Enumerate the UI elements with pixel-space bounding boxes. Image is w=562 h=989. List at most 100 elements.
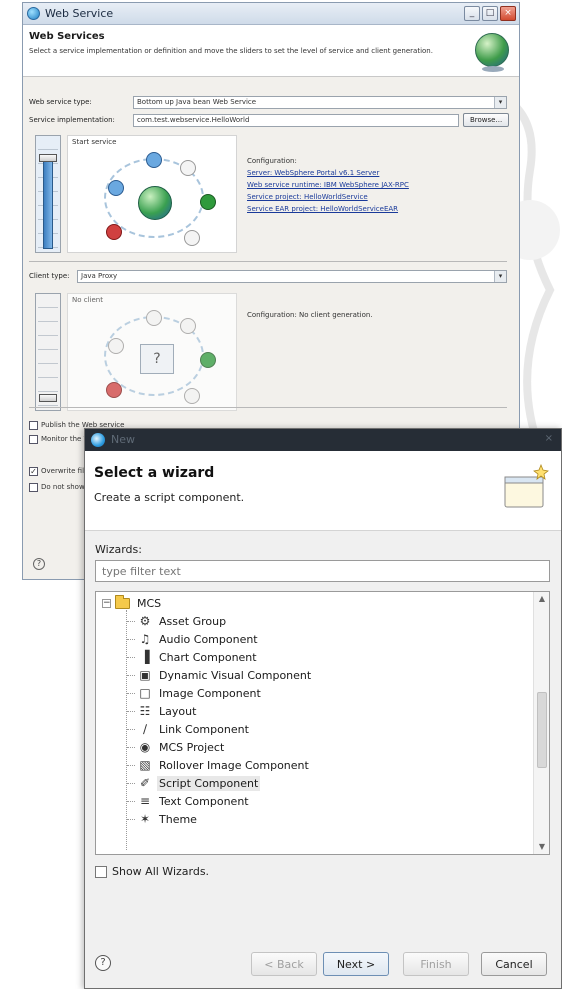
wizard-filter-input[interactable] [95, 560, 550, 582]
tree-folder-mcs[interactable]: − MCS [102, 594, 163, 612]
banner-description: Create a script component. [94, 491, 245, 504]
scroll-up-icon[interactable]: ▲ [534, 592, 549, 606]
web-service-titlebar: Web Service _ □ × [23, 3, 519, 25]
service-project-link[interactable]: Service project: HelloWorldService [247, 191, 409, 203]
scroll-down-icon[interactable]: ▼ [534, 840, 549, 854]
close-button[interactable]: × [500, 6, 516, 21]
tree-item-label: MCS Project [159, 740, 225, 754]
tree-item[interactable]: □ Image Component [138, 684, 263, 702]
cancel-button[interactable]: Cancel [481, 952, 547, 976]
client-slider-handle[interactable] [39, 394, 57, 402]
tree-item-label: Dynamic Visual Component [159, 668, 312, 682]
tree-item[interactable]: ✶ Theme [138, 810, 199, 828]
service-impl-input[interactable]: com.test.webservice.HelloWorld [133, 113, 459, 127]
theme-icon: ✶ [139, 812, 151, 826]
tree-item[interactable]: ⚙ Asset Group [138, 612, 228, 630]
develop-node-icon [146, 152, 162, 168]
tree-item-label: Audio Component [159, 632, 258, 646]
web-services-description: Select a service implementation or defin… [29, 47, 433, 55]
server-link[interactable]: Server: WebSphere Portal v6.1 Server [247, 167, 409, 179]
show-all-wizards-row[interactable]: Show All Wizards. [95, 865, 209, 878]
new-wizard-titlebar: New × [85, 429, 561, 451]
web-service-title: Web Service [45, 7, 114, 20]
client-type-value: Java Proxy [81, 271, 118, 280]
publish-checkbox[interactable] [29, 420, 38, 430]
service-type-value: Bottom up Java bean Web Service [137, 97, 257, 106]
dropdown-arrow-icon[interactable]: ▾ [494, 270, 506, 282]
client-level-slider[interactable] [35, 293, 61, 411]
maximize-button[interactable]: □ [482, 6, 498, 21]
help-icon[interactable]: ? [95, 955, 111, 971]
help-icon[interactable]: ? [33, 558, 45, 570]
wizard-footer: ? < Back Next > Finish Cancel [85, 949, 561, 989]
service-type-select[interactable]: Bottom up Java bean Web Service ▾ [133, 95, 507, 109]
browse-button[interactable]: Browse... [463, 113, 510, 127]
close-icon[interactable]: × [545, 433, 553, 444]
monitor-checkbox[interactable] [29, 434, 38, 444]
next-button[interactable]: Next > [323, 952, 389, 976]
runtime-link[interactable]: Web service runtime: IBM WebSphere JAX-R… [247, 179, 409, 191]
client-slider-label: No client [72, 296, 103, 304]
show-all-wizards-checkbox[interactable] [95, 865, 107, 878]
minimize-button[interactable]: _ [464, 6, 480, 21]
new-wizard-app-icon [91, 433, 105, 447]
tree-item[interactable]: ∕ Link Component [138, 720, 251, 738]
install-node-icon [184, 230, 200, 246]
link-icon: ∕ [142, 722, 148, 736]
do-not-show-label: Do not show [41, 483, 85, 491]
tree-item[interactable]: ▐ Chart Component [138, 648, 259, 666]
tree-item[interactable]: ▣ Dynamic Visual Component [138, 666, 313, 684]
service-config-title: Configuration: [247, 157, 297, 165]
folder-label: MCS [137, 596, 162, 610]
service-config-panel: Start service Configuration: Server: Web… [35, 135, 507, 255]
client-config-panel: No client ? Configuration: No client gen… [35, 293, 507, 413]
web-service-header: Web Services Select a service implementa… [23, 25, 519, 77]
tree-item-label: Rollover Image Component [159, 758, 309, 772]
start-node-icon [108, 180, 124, 196]
tree-item[interactable]: ◉ MCS Project [138, 738, 226, 756]
service-level-slider[interactable] [35, 135, 61, 253]
tree-item-label: Asset Group [159, 614, 227, 628]
tree-scrollbar[interactable]: ▲ ▼ [533, 592, 549, 854]
tree-item-label: Image Component [159, 686, 261, 700]
tree-item[interactable]: ≡ Text Component [138, 792, 251, 810]
folder-open-icon [115, 594, 130, 609]
show-all-wizards-label: Show All Wizards. [112, 865, 210, 878]
client-type-label: Client type: [29, 272, 70, 280]
service-globe-icon [138, 186, 172, 220]
audio-icon: ♫ [139, 632, 151, 646]
image-icon: □ [139, 686, 151, 700]
tree-item-label: Chart Component [159, 650, 257, 664]
service-ear-link[interactable]: Service EAR project: HelloWorldServiceEA… [247, 203, 409, 215]
wizard-banner: Select a wizard Create a script componen… [85, 451, 561, 531]
client-diagram: No client ? [67, 293, 237, 411]
test-node-icon [106, 224, 122, 240]
overwrite-checkbox[interactable]: ✓ [29, 466, 38, 476]
tree-item[interactable]: ♫ Audio Component [138, 630, 260, 648]
dynamic-visual-icon: ▣ [139, 668, 151, 682]
do-not-show-checkbox[interactable] [29, 482, 38, 492]
collapse-icon[interactable]: − [102, 598, 111, 608]
service-slider-label: Start service [72, 138, 117, 146]
web-services-heading: Web Services [29, 31, 105, 42]
finish-button[interactable]: Finish [403, 952, 469, 976]
service-type-label: Web service type: [29, 98, 92, 106]
client-config-text: Configuration: No client generation. [247, 311, 373, 319]
service-type-row: Web service type: Bottom up Java bean We… [29, 95, 507, 109]
service-impl-label: Service implementation: [29, 116, 115, 124]
new-wizard-dialog: New × Select a wizard Create a script co… [84, 428, 562, 989]
client-type-select[interactable]: Java Proxy ▾ [77, 269, 507, 283]
back-button[interactable]: < Back [251, 952, 317, 976]
client-question-icon: ? [140, 344, 174, 374]
tree-item[interactable]: ▧ Rollover Image Component [138, 756, 311, 774]
dropdown-arrow-icon[interactable]: ▾ [494, 96, 506, 108]
do-not-show-checkbox-row[interactable]: Do not show [29, 481, 85, 493]
scrollbar-thumb[interactable] [537, 692, 547, 768]
service-slider-handle[interactable] [39, 154, 57, 162]
tree-item[interactable]: ☷ Layout [138, 702, 198, 720]
client-type-row: Client type: Java Proxy ▾ [29, 269, 507, 283]
tree-item[interactable]: ✐ Script Component [138, 774, 261, 792]
tree-item-label: Layout [159, 704, 197, 718]
assemble-node-icon [180, 160, 196, 176]
layout-icon: ☷ [139, 704, 151, 718]
